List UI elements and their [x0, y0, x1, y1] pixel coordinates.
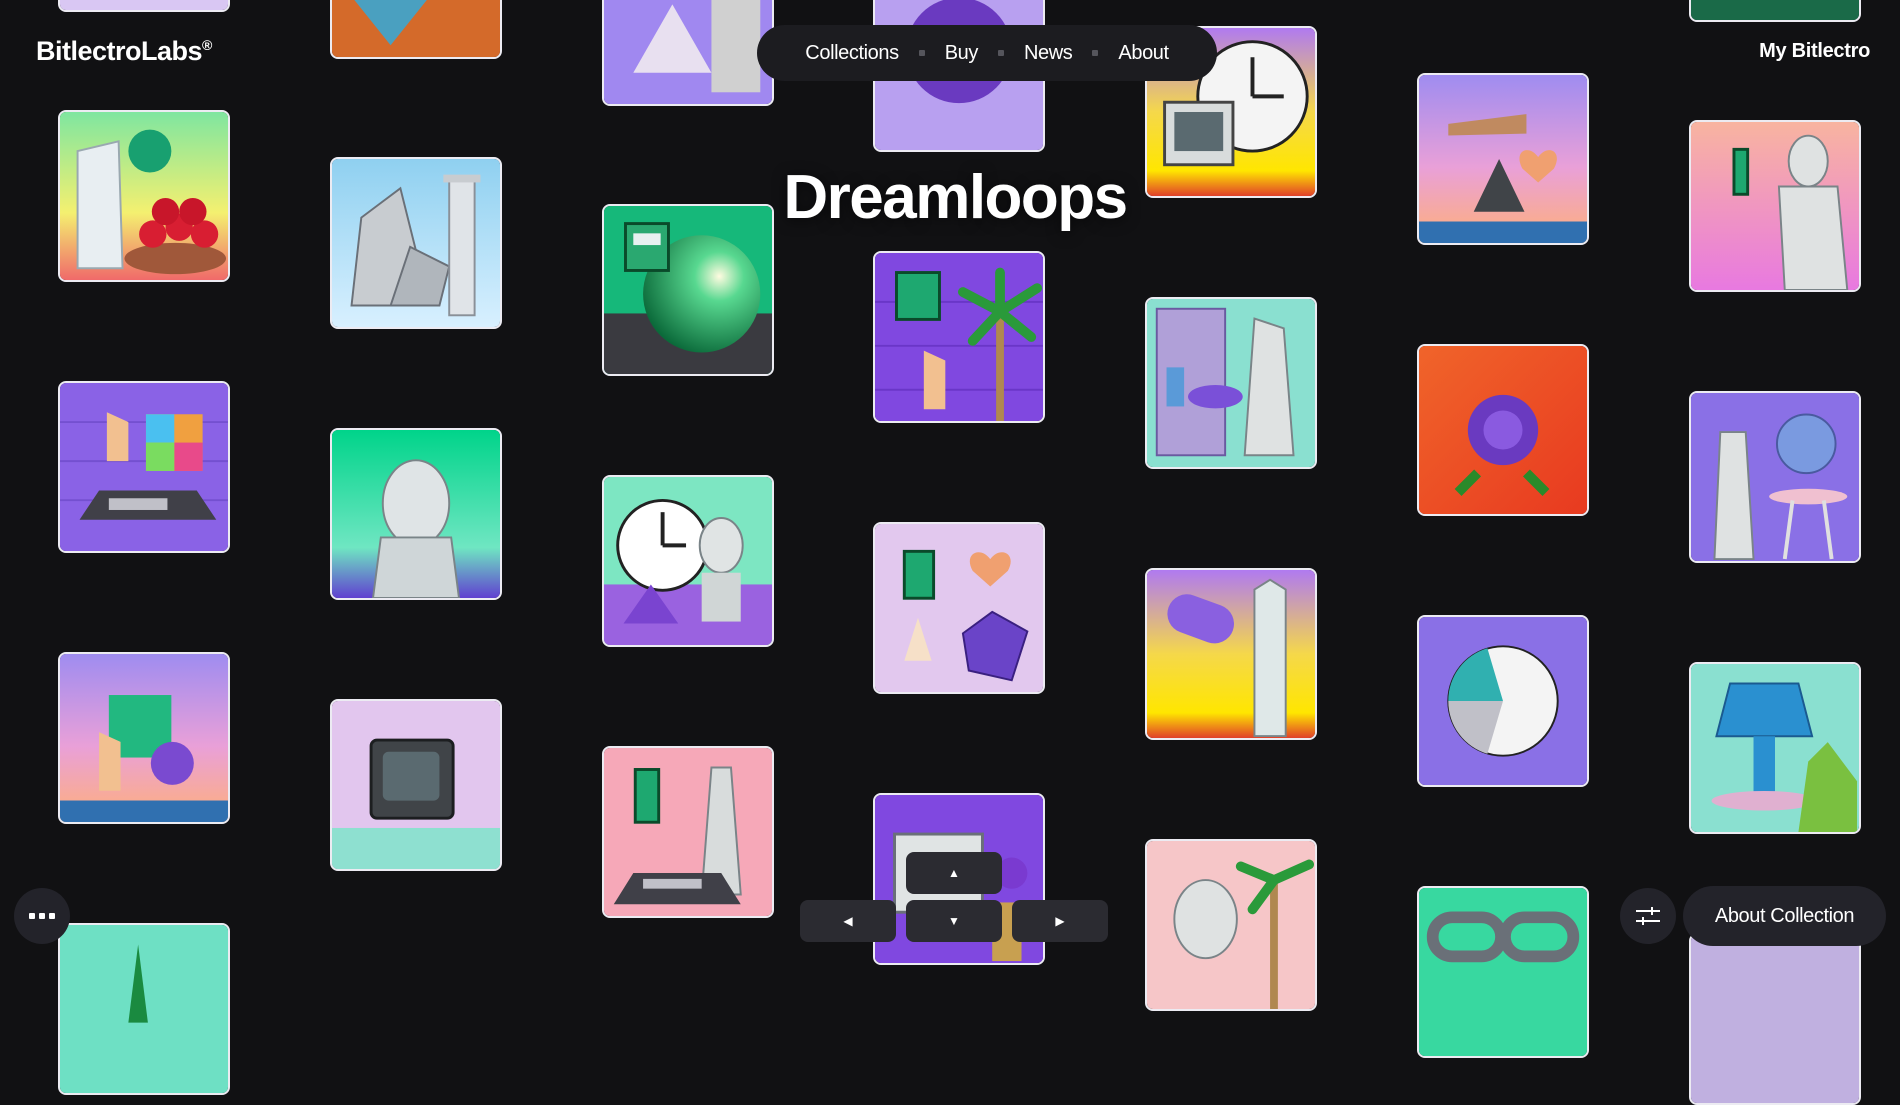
artwork-venus-keyboard[interactable]	[602, 746, 774, 918]
artwork-rock-column[interactable]	[330, 157, 502, 329]
about-collection-button[interactable]: About Collection	[1683, 886, 1886, 946]
artwork-statue-shelf[interactable]	[1145, 297, 1317, 469]
nav-separator	[918, 50, 925, 56]
arrow-left-button[interactable]: ◀	[800, 900, 896, 942]
dot-icon	[39, 913, 45, 919]
arrow-right-button[interactable]: ▶	[1012, 900, 1108, 942]
artwork-bust-green[interactable]	[330, 428, 502, 600]
nav-buy[interactable]: Buy	[945, 42, 979, 65]
arrow-left-icon: ◀	[843, 914, 853, 928]
artwork-tile[interactable]	[58, 0, 230, 12]
nav-separator	[1092, 50, 1099, 56]
artwork-purple-rose[interactable]	[1417, 344, 1589, 516]
nav-news[interactable]: News	[1024, 42, 1073, 65]
my-account-link[interactable]: My Bitlectro	[1759, 40, 1870, 63]
artwork-tile[interactable]	[1689, 0, 1861, 22]
nav-collections[interactable]: Collections	[805, 42, 899, 65]
registered-mark: ®	[202, 37, 212, 53]
nav-separator	[998, 50, 1004, 56]
artwork-hand-cube-sunset[interactable]	[58, 652, 230, 824]
artwork-male-statue[interactable]	[1689, 120, 1861, 292]
artwork-fruit-bowl[interactable]	[58, 110, 230, 282]
artwork-tile[interactable]	[58, 923, 230, 1095]
brand-name: BitlectroLabs	[36, 36, 203, 66]
artwork-tile[interactable]	[330, 0, 502, 59]
artwork-tile[interactable]	[602, 0, 774, 106]
artwork-statue-palm[interactable]	[1145, 839, 1317, 1011]
arrow-down-button[interactable]: ▼	[906, 900, 1002, 942]
more-menu-button[interactable]	[14, 888, 70, 944]
dot-icon	[29, 913, 35, 919]
arrow-up-button[interactable]: ▲	[906, 852, 1002, 894]
sliders-icon	[1636, 907, 1660, 925]
filter-button[interactable]	[1620, 888, 1676, 944]
arrow-right-icon: ▶	[1055, 914, 1065, 928]
artwork-pie-chart[interactable]	[1417, 615, 1589, 787]
artwork-venus-sphere[interactable]	[1689, 391, 1861, 563]
artwork-blue-lamp[interactable]	[1689, 662, 1861, 834]
artwork-crt-monitor[interactable]	[330, 699, 502, 871]
artwork-clock-bust[interactable]	[602, 475, 774, 647]
arrow-down-icon: ▼	[948, 914, 960, 928]
artwork-hand-rubiks-cube[interactable]	[58, 381, 230, 553]
arrow-up-icon: ▲	[948, 866, 960, 880]
dot-icon	[49, 913, 55, 919]
main-nav: Collections Buy News About	[757, 25, 1217, 81]
nav-about[interactable]: About	[1118, 42, 1169, 65]
artwork-shapes-heart[interactable]	[873, 522, 1045, 694]
collection-title: Dreamloops	[783, 163, 1128, 232]
brand-logo[interactable]: BitlectroLabs®	[36, 36, 212, 67]
artwork-cylinder-obelisk[interactable]	[1145, 568, 1317, 740]
artwork-palm-hand[interactable]	[873, 251, 1045, 423]
artwork-hand-pyramid-heart[interactable]	[1417, 73, 1589, 245]
fruit-bowl-art	[60, 112, 228, 280]
artwork-tile[interactable]	[1689, 933, 1861, 1105]
artwork-chain[interactable]	[1417, 886, 1589, 1058]
